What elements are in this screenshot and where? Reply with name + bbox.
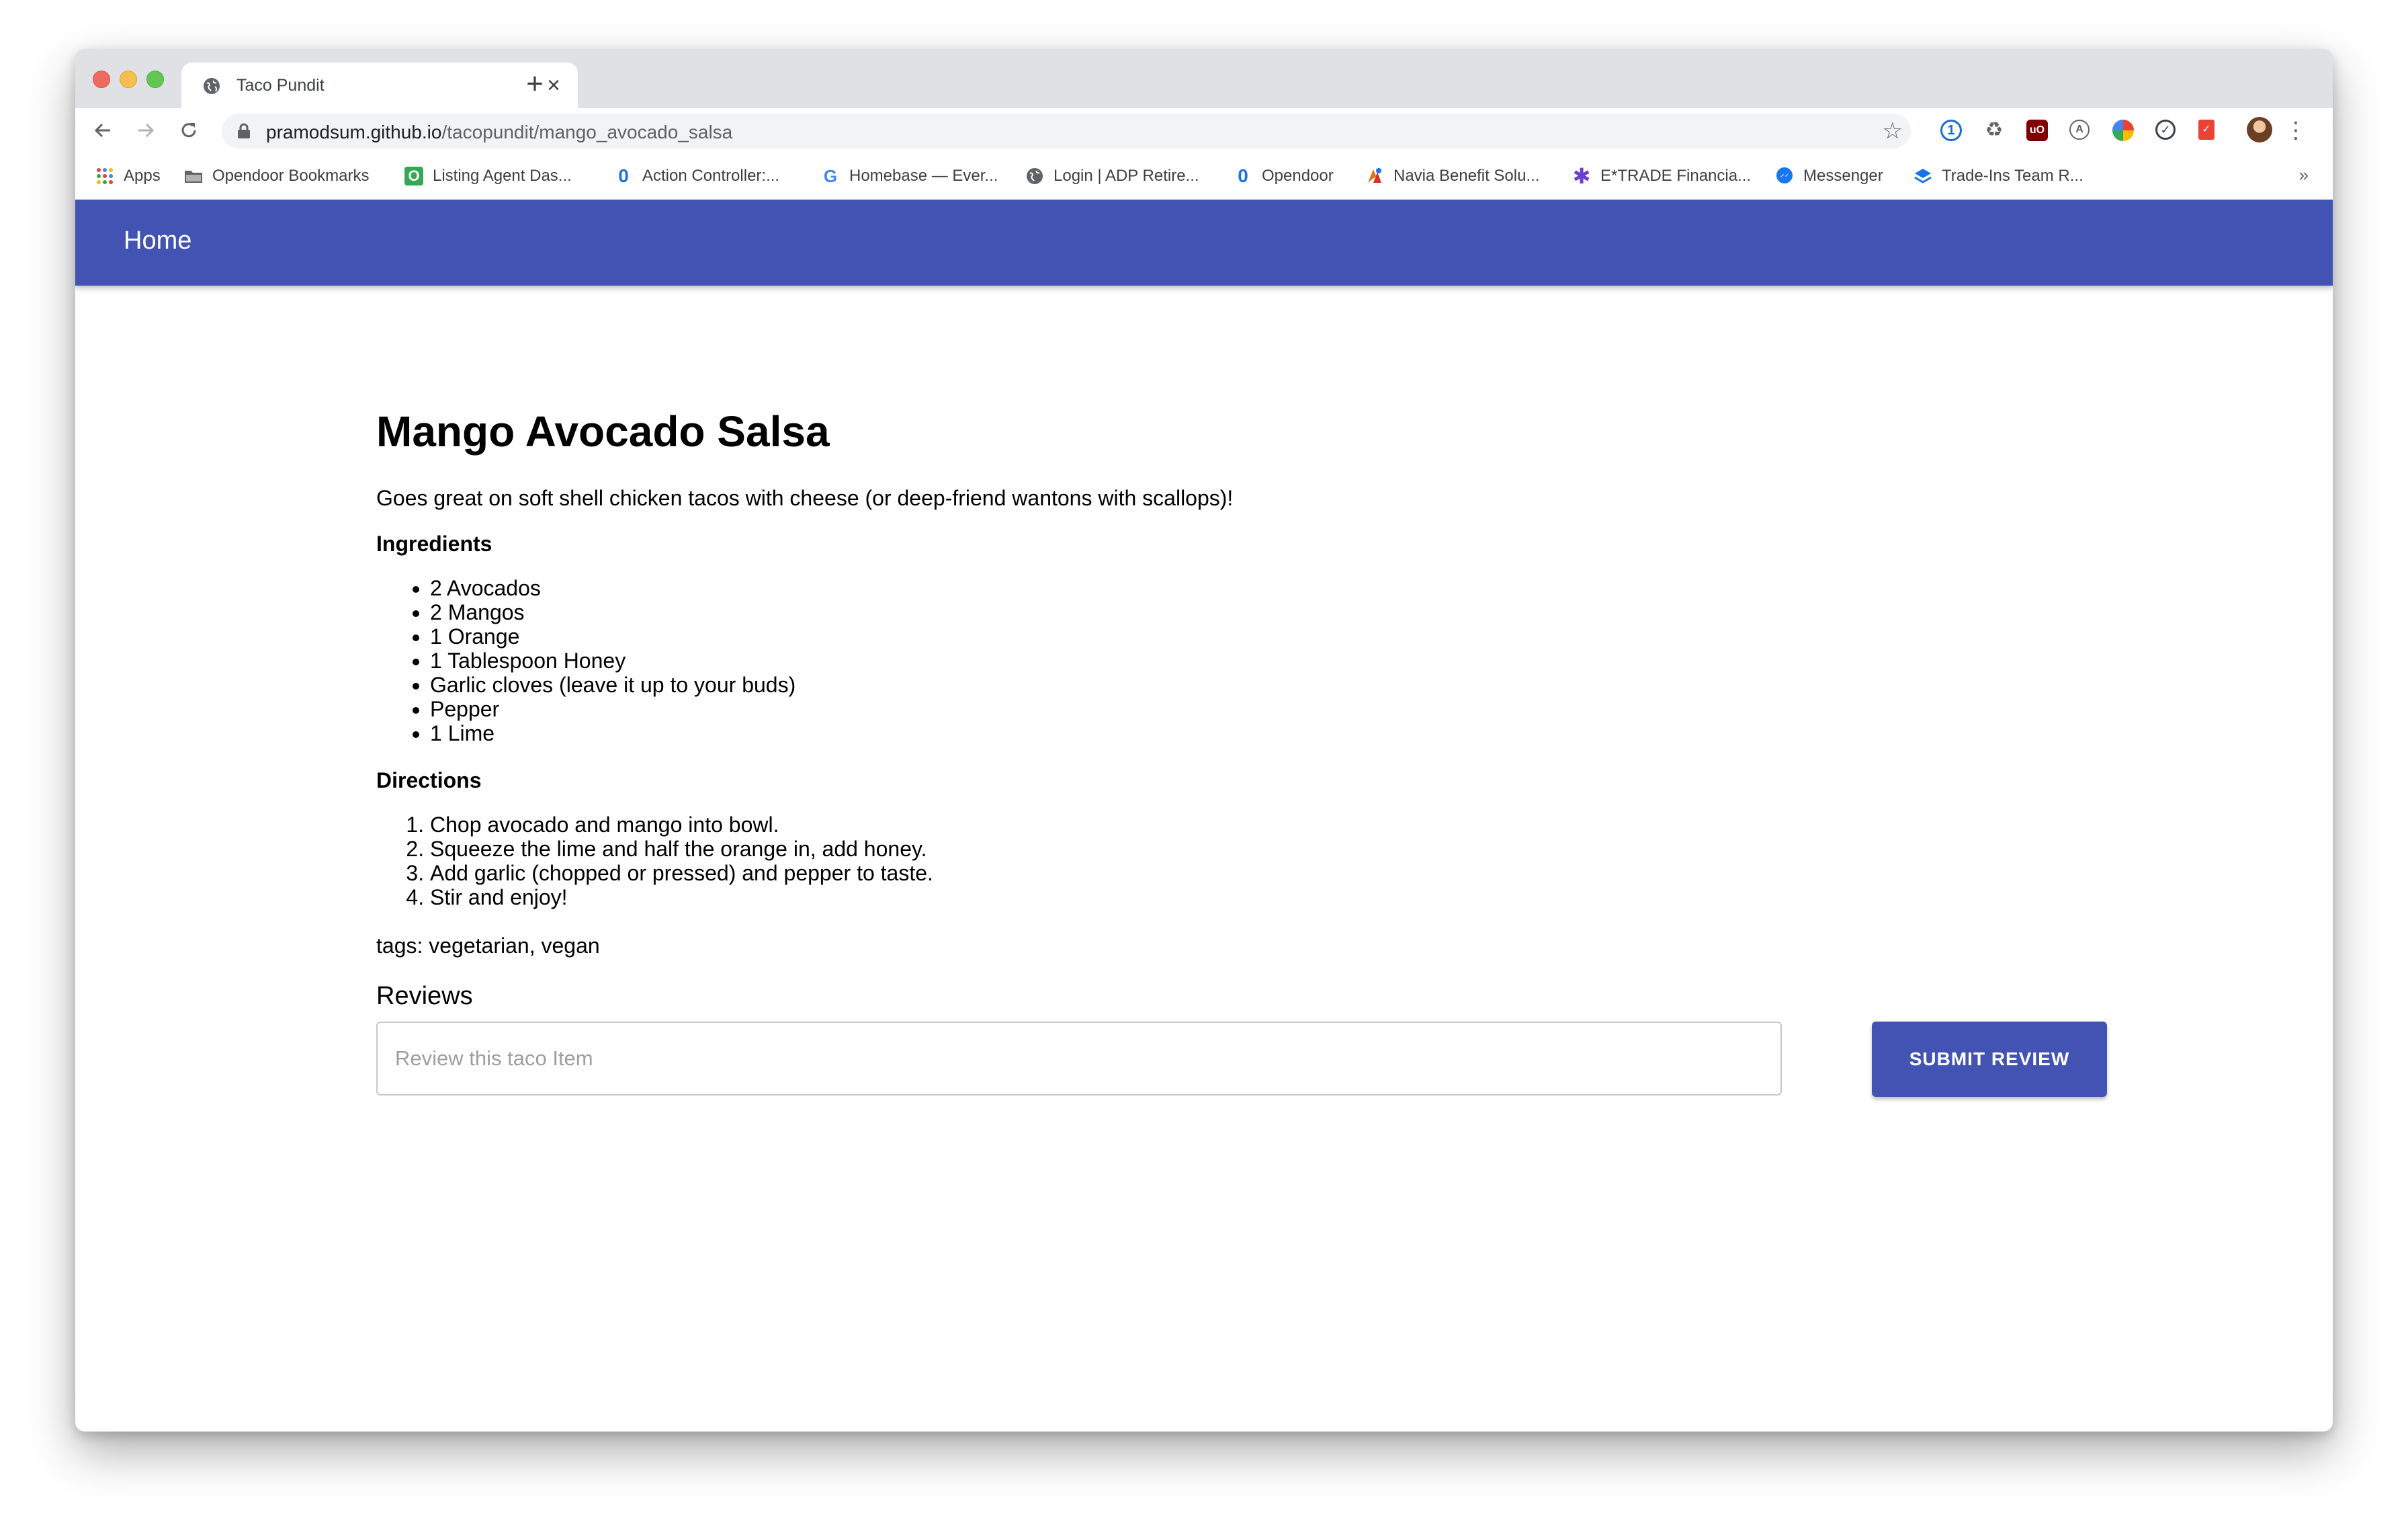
browser-toolbar: pramodsum.github.io/tacopundit/mango_avo… xyxy=(75,108,2333,153)
bookmark-opendoor[interactable]: 0 Opendoor xyxy=(1234,164,1334,188)
onepassword-extension-icon[interactable]: 1 xyxy=(1940,120,1962,141)
arrow-right-icon xyxy=(138,123,155,138)
bookmark-label: Listing Agent Das... xyxy=(433,167,572,185)
forward-button[interactable] xyxy=(132,116,160,144)
bookmark-trade-ins[interactable]: Trade-Ins Team R... xyxy=(1914,164,2083,188)
recycle-extension-icon[interactable]: ♻ xyxy=(1983,120,2005,141)
etrade-icon: ✱ xyxy=(1572,164,1591,188)
direction-step: Add garlic (chopped or pressed) and pepp… xyxy=(430,861,933,885)
maximize-window-button[interactable] xyxy=(146,71,164,88)
bookmark-label: Homebase — Ever... xyxy=(849,167,998,185)
direction-step: Squeeze the lime and half the orange in,… xyxy=(430,837,933,861)
bookmark-label: Login | ADP Retire... xyxy=(1054,167,1199,185)
ublock-extension-icon[interactable]: uO xyxy=(2026,120,2048,141)
bookmarks-bar: Apps Opendoor Bookmarks O Listing Agent … xyxy=(75,153,2333,200)
title-bar: Taco Pundit × + xyxy=(75,49,2333,108)
ingredient-item: 1 Lime xyxy=(430,721,796,745)
submit-review-button[interactable]: SUBMIT REVIEW xyxy=(1872,1022,2107,1097)
ingredient-item: 1 Tablespoon Honey xyxy=(430,649,796,673)
stack-icon xyxy=(1914,167,1932,185)
messenger-icon xyxy=(1775,167,1794,185)
bookmark-messenger[interactable]: Messenger xyxy=(1775,164,1883,188)
bookmark-etrade[interactable]: ✱ E*TRADE Financia... xyxy=(1572,164,1751,188)
color-extension-icon[interactable] xyxy=(2112,120,2134,141)
directions-heading: Directions xyxy=(376,768,482,792)
ingredient-item: Garlic cloves (leave it up to your buds) xyxy=(430,673,796,697)
globe-icon xyxy=(1025,167,1044,185)
apps-grid-icon xyxy=(95,167,114,185)
app-header: Home xyxy=(75,200,2333,286)
browser-window: Taco Pundit × + pramodsum.github.io/taco… xyxy=(75,49,2333,1432)
ingredient-item: 1 Orange xyxy=(430,624,796,649)
arrow-left-icon xyxy=(94,123,110,138)
recipe-title: Mango Avocado Salsa xyxy=(376,407,830,456)
direction-step: Chop avocado and mango into bowl. xyxy=(430,813,933,837)
reload-icon xyxy=(181,123,196,138)
bookmarks-overflow-icon[interactable]: » xyxy=(2299,165,2309,185)
opendoor-blue-icon: 0 xyxy=(618,165,629,186)
bookmark-label: Opendoor xyxy=(1262,167,1334,185)
bookmark-star-icon[interactable]: ☆ xyxy=(1883,118,1903,144)
home-link[interactable]: Home xyxy=(124,226,191,255)
globe-icon xyxy=(204,78,220,94)
bookmark-apps[interactable]: Apps xyxy=(95,164,161,188)
a-extension-icon[interactable]: A xyxy=(2069,120,2090,140)
ingredients-heading: Ingredients xyxy=(376,532,492,556)
bookmark-label: Trade-Ins Team R... xyxy=(1942,167,2083,185)
folder-icon xyxy=(184,167,203,185)
bookmark-opendoor-bookmarks[interactable]: Opendoor Bookmarks xyxy=(184,164,369,188)
directions-list: Chop avocado and mango into bowl. Squeez… xyxy=(376,813,933,909)
ingredient-item: 2 Mangos xyxy=(430,600,796,624)
bookmark-adp-login[interactable]: Login | ADP Retire... xyxy=(1025,164,1199,188)
check-extension-icon[interactable]: ✓ xyxy=(2155,120,2176,140)
recipe-description: Goes great on soft shell chicken tacos w… xyxy=(376,486,1234,510)
navia-icon xyxy=(1365,167,1384,185)
opendoor-blue-icon: 0 xyxy=(1238,165,1248,186)
bookmark-homebase[interactable]: G Homebase — Ever... xyxy=(821,164,998,188)
bookmark-label: E*TRADE Financia... xyxy=(1600,167,1752,185)
bookmark-listing-agent[interactable]: O Listing Agent Das... xyxy=(404,164,572,188)
bookmark-action-controller[interactable]: 0 Action Controller:... xyxy=(614,164,779,188)
recipe-tags: tags: vegetarian, vegan xyxy=(376,934,600,958)
bookmark-label: Navia Benefit Solu... xyxy=(1393,167,1540,185)
direction-step: Stir and enjoy! xyxy=(430,885,933,909)
bookmark-label: Messenger xyxy=(1803,167,1883,185)
close-window-button[interactable] xyxy=(93,71,110,88)
ingredients-list: 2 Avocados 2 Mangos 1 Orange 1 Tablespoo… xyxy=(376,576,796,745)
url-host: pramodsum.github.io xyxy=(266,122,442,142)
bookmark-label: Action Controller:... xyxy=(642,167,780,185)
opendoor-green-icon: O xyxy=(404,167,423,185)
review-input[interactable] xyxy=(376,1022,1782,1095)
bookmark-navia[interactable]: Navia Benefit Solu... xyxy=(1365,164,1539,188)
new-tab-button[interactable]: + xyxy=(519,68,551,100)
tab-title: Taco Pundit xyxy=(236,76,325,95)
bookmark-label: Opendoor Bookmarks xyxy=(212,167,370,185)
google-icon: G xyxy=(823,165,838,186)
reload-button[interactable] xyxy=(175,116,203,144)
url-path: /tacopundit/mango_avocado_salsa xyxy=(441,122,733,142)
url-text: pramodsum.github.io/tacopundit/mango_avo… xyxy=(266,122,732,143)
ingredient-item: Pepper xyxy=(430,697,796,721)
browser-menu-icon[interactable]: ⋮ xyxy=(2284,115,2307,146)
ingredient-item: 2 Avocados xyxy=(430,576,796,600)
address-bar[interactable]: pramodsum.github.io/tacopundit/mango_avo… xyxy=(222,114,1911,149)
minimize-window-button[interactable] xyxy=(120,71,137,88)
reviews-heading: Reviews xyxy=(376,982,473,1010)
bookmark-extension-icon[interactable]: ✓ xyxy=(2198,120,2214,140)
lock-icon xyxy=(238,123,250,138)
bookmark-label: Apps xyxy=(124,167,161,185)
profile-avatar[interactable] xyxy=(2247,117,2272,142)
back-button[interactable] xyxy=(89,116,117,144)
